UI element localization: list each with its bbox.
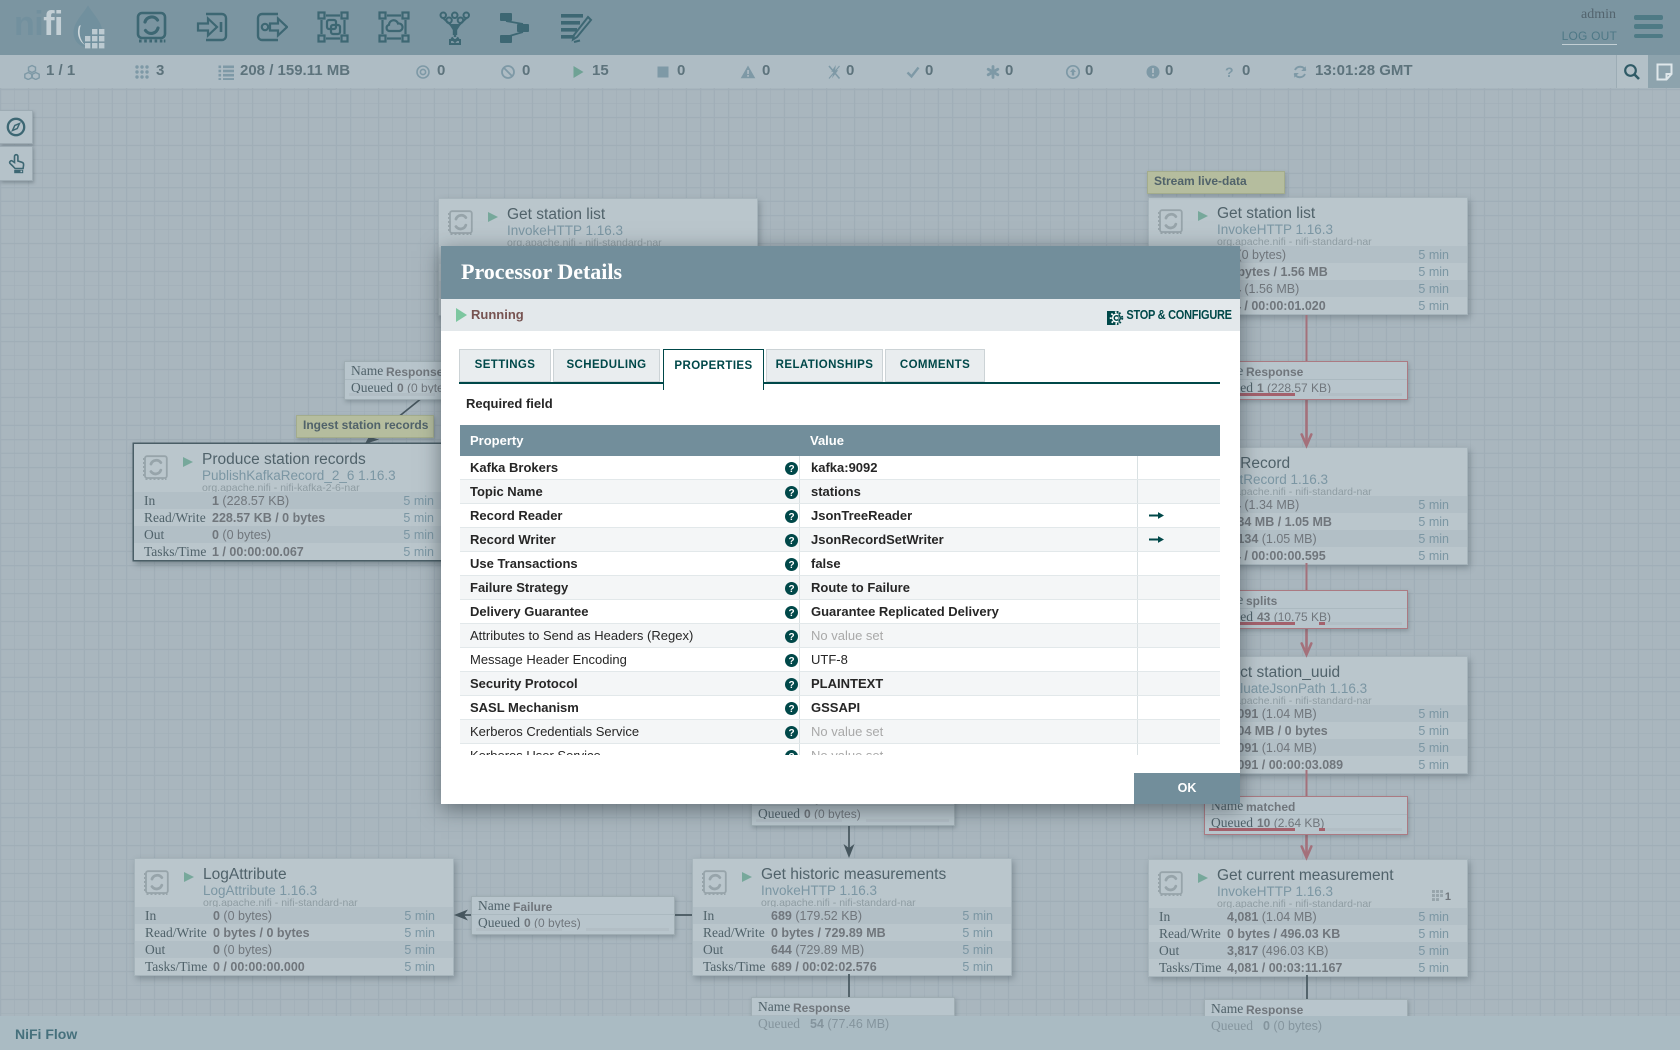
svg-text:?: ?	[1225, 64, 1234, 80]
svg-text:?: ?	[788, 584, 794, 595]
svg-text:?: ?	[788, 488, 794, 499]
svg-text:?: ?	[788, 656, 794, 667]
svg-text:?: ?	[788, 632, 794, 643]
svg-text:?: ?	[788, 512, 794, 523]
svg-text:?: ?	[788, 728, 794, 739]
svg-text:?: ?	[788, 704, 794, 715]
svg-text:?: ?	[788, 464, 794, 475]
svg-text:?: ?	[788, 680, 794, 691]
svg-text:?: ?	[788, 560, 794, 571]
svg-text:?: ?	[788, 752, 794, 755]
svg-text:?: ?	[788, 608, 794, 619]
svg-text:?: ?	[788, 536, 794, 547]
